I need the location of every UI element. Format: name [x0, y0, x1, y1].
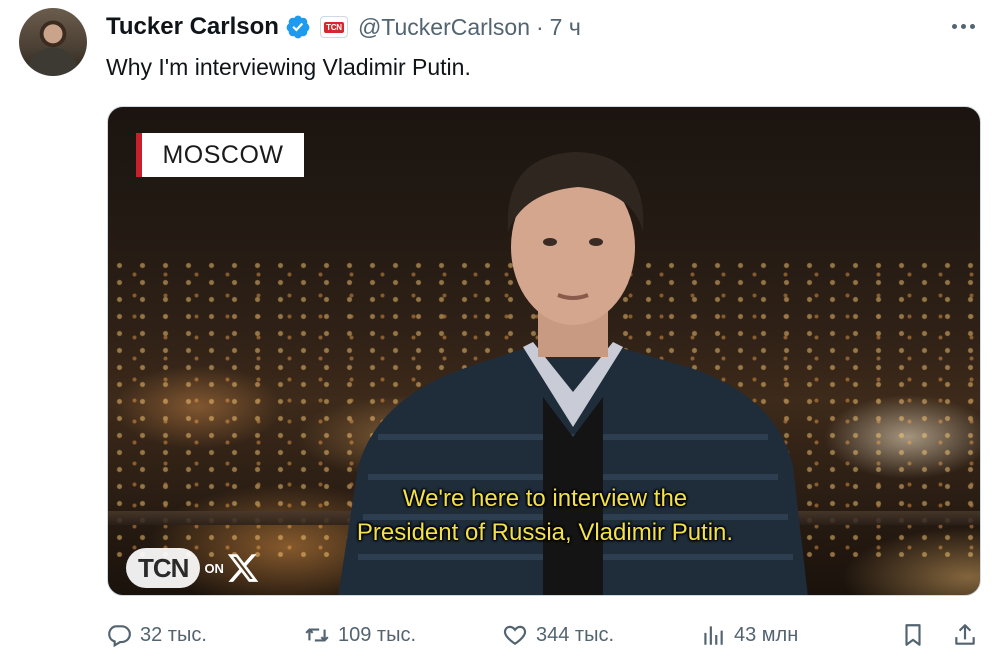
heart-icon [503, 625, 527, 645]
tcn-on-x-logo: TCN ON [126, 547, 260, 589]
more-dots-icon[interactable] [948, 14, 978, 38]
tweet-actions: 32 тыс. 109 тыс. 344 тыс. 43 млн [106, 618, 982, 652]
separator-dot: · [536, 13, 544, 40]
post-time[interactable]: 7 ч [550, 14, 581, 41]
tcn-logo-text: TCN [126, 548, 201, 588]
author-name[interactable]: Tucker Carlson [106, 13, 279, 41]
views-button[interactable]: 43 млн [700, 618, 798, 652]
like-button[interactable]: 344 тыс. [502, 618, 614, 652]
verified-badge-icon[interactable] [285, 14, 311, 40]
share-upload-icon [955, 624, 975, 645]
author-avatar[interactable] [19, 8, 87, 76]
reply-bubble-icon [108, 625, 131, 648]
repost-arrows-icon [305, 628, 329, 642]
tweet-header: Tucker Carlson TCN @TuckerCarlson · 7 ч [106, 12, 581, 42]
repost-count: 109 тыс. [338, 623, 417, 646]
affiliation-badge[interactable]: TCN [319, 16, 348, 38]
share-button[interactable] [952, 618, 978, 652]
repost-button[interactable]: 109 тыс. [304, 618, 416, 652]
tcn-on-text: ON [204, 560, 224, 576]
views-count: 43 млн [734, 623, 799, 646]
bar-chart-icon [704, 626, 723, 645]
bookmark-button[interactable] [900, 618, 926, 652]
subtitle-line-1: We're here to interview the [402, 485, 688, 512]
reply-count: 32 тыс. [140, 623, 207, 646]
bookmark-icon [905, 624, 921, 646]
x-logo-icon [227, 554, 259, 582]
tweet-text: Why I'm interviewing Vladimir Putin. [106, 54, 471, 80]
author-handle[interactable]: @TuckerCarlson [358, 14, 530, 41]
video-media[interactable]: MOSCOW We're here to interview the Presi… [107, 106, 981, 596]
location-tag: MOSCOW [136, 133, 304, 177]
subtitle-line-2: President of Russia, Vladimir Putin. [356, 519, 734, 546]
reply-button[interactable]: 32 тыс. [106, 618, 207, 652]
video-subtitle: We're here to interview the President of… [108, 482, 980, 550]
like-count: 344 тыс. [536, 623, 615, 646]
